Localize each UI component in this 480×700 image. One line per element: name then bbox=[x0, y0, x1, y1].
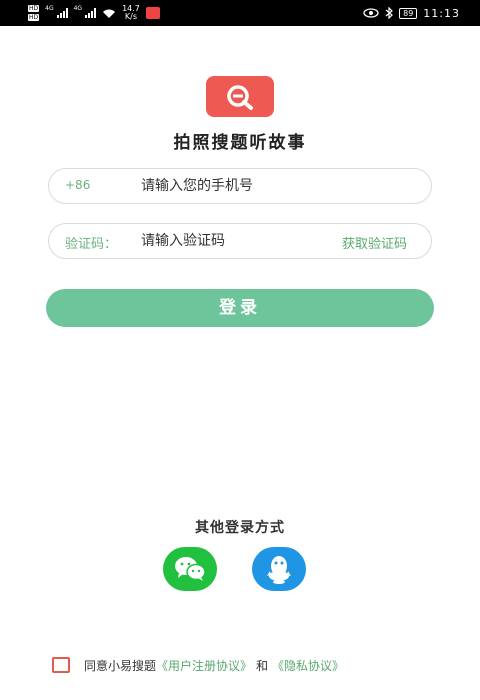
verification-code-field[interactable]: 验证码： 获取验证码 bbox=[48, 223, 432, 259]
status-bar-right: 89 11:13 bbox=[363, 0, 460, 26]
app-logo bbox=[206, 76, 274, 117]
agreement-row: 同意小易搜题 《用户注册协议》 和 《隐私协议》 bbox=[52, 656, 344, 674]
agreement-checkbox[interactable] bbox=[52, 657, 70, 673]
status-bar: HD HD 4G 4G 14.7 K/s 89 11:13 bbox=[0, 0, 480, 26]
eye-icon bbox=[363, 8, 379, 18]
user-agreement-link[interactable]: 《用户注册协议》 bbox=[156, 657, 252, 674]
hd-label-top: HD bbox=[28, 5, 40, 12]
signal-strength-icon-2 bbox=[85, 8, 97, 18]
signal-strength-icon bbox=[56, 8, 68, 18]
status-bar-left: HD HD 4G 4G 14.7 K/s bbox=[28, 0, 160, 26]
network-type-1: 4G bbox=[45, 5, 54, 12]
login-button[interactable]: 登录 bbox=[46, 289, 434, 327]
bluetooth-icon bbox=[385, 7, 393, 19]
network-speed: 14.7 K/s bbox=[122, 5, 140, 21]
wechat-icon bbox=[175, 557, 206, 581]
get-code-button[interactable]: 获取验证码 bbox=[342, 233, 407, 252]
other-login-title: 其他登录方式 bbox=[195, 520, 285, 536]
network-speed-unit: K/s bbox=[124, 12, 138, 21]
privacy-agreement-link[interactable]: 《隐私协议》 bbox=[272, 657, 344, 674]
country-code[interactable]: +86 bbox=[65, 178, 90, 192]
wechat-login-button[interactable] bbox=[163, 547, 217, 591]
wifi-icon bbox=[103, 9, 116, 18]
hd-label-bottom: HD bbox=[28, 14, 40, 21]
search-icon bbox=[227, 84, 253, 110]
qq-icon bbox=[267, 556, 291, 584]
agreement-joiner: 和 bbox=[256, 658, 269, 673]
notification-app-icon bbox=[145, 7, 160, 19]
battery-indicator: 89 bbox=[399, 7, 418, 19]
agreement-prefix-text: 同意小易搜题 bbox=[84, 658, 157, 673]
network-type-2: 4G bbox=[73, 5, 83, 12]
qq-login-button[interactable] bbox=[252, 547, 306, 591]
phone-input[interactable] bbox=[141, 169, 411, 203]
app-title: 拍照搜题听故事 bbox=[173, 133, 307, 153]
verification-code-label: 验证码： bbox=[65, 237, 118, 252]
verification-code-input[interactable] bbox=[141, 224, 311, 258]
hd-indicator: HD HD bbox=[28, 4, 40, 22]
status-time: 11:13 bbox=[423, 6, 460, 20]
phone-field[interactable]: +86 bbox=[48, 168, 432, 204]
